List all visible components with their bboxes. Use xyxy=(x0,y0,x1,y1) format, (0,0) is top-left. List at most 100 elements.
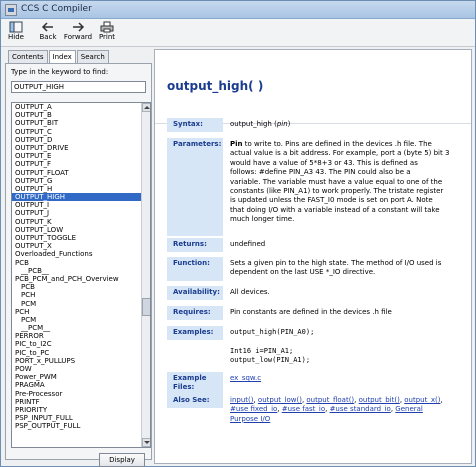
keyword-list-scrollbar[interactable] xyxy=(141,103,150,447)
also-see-link[interactable]: #use standard_io xyxy=(330,405,391,413)
keyword-item[interactable]: PIC_to_I2C xyxy=(12,340,142,348)
keyword-item[interactable]: PIC_to_PC xyxy=(12,349,142,357)
syntax-row: Syntax: output_high (pin) xyxy=(167,118,466,132)
back-label: Back xyxy=(39,33,57,41)
example-files-value: ex_sqw.c xyxy=(230,374,466,383)
also-see-row: Also See: input(), output_low(), output_… xyxy=(167,394,466,426)
also-see-link[interactable]: output_low() xyxy=(258,396,302,404)
keyword-item[interactable]: OUTPUT_C xyxy=(12,128,142,136)
keyword-item[interactable]: OUTPUT_G xyxy=(12,177,142,185)
keyword-item[interactable]: PCH xyxy=(12,291,142,299)
example-file-link[interactable]: ex_sqw.c xyxy=(230,374,261,382)
parameters-text: to write to. Pins are defined in the dev… xyxy=(242,140,432,148)
keyword-item[interactable]: OUTPUT_J xyxy=(12,209,142,217)
arrow-left-icon xyxy=(41,22,53,32)
also-see-link[interactable]: output_float() xyxy=(306,396,354,404)
keyword-item[interactable]: OUTPUT_K xyxy=(12,218,142,226)
toolbar: Hide Back Forward Print xyxy=(1,19,475,47)
example-files-label-line: Files: xyxy=(173,383,195,391)
hide-icon xyxy=(9,21,23,33)
keyword-item[interactable]: PCM xyxy=(12,316,142,324)
topic-title: output_high( ) xyxy=(167,79,264,93)
parameters-line: that doing I/O with a variable instead o… xyxy=(230,205,440,214)
keyword-item[interactable]: OUTPUT_H xyxy=(12,185,142,193)
tab-contents[interactable]: Contents xyxy=(8,50,48,63)
keyword-item-selected[interactable]: OUTPUT_HIGH xyxy=(12,193,142,202)
navigation-pane: Contents Index Search Type in the keywor… xyxy=(5,50,152,467)
parameters-line: actual value is a bit address. For examp… xyxy=(230,149,450,158)
examples-value: output_high(PIN_A0); Int16 i=PIN_A1; out… xyxy=(230,328,466,366)
syntax-label: Syntax: xyxy=(167,118,223,132)
also-see-line: input(), output_low(), output_float(), o… xyxy=(230,396,443,404)
keyword-item[interactable]: OUTPUT_FLOAT xyxy=(12,169,142,177)
keyword-list[interactable]: OUTPUT_A OUTPUT_B OUTPUT_BIT OUTPUT_C OUTPUT… xyxy=(11,102,151,448)
keyword-item[interactable]: OUTPUT_BIT xyxy=(12,119,142,127)
keyword-item[interactable]: Pre-Processor xyxy=(12,390,142,398)
print-button[interactable]: Print xyxy=(97,21,117,45)
also-see-link[interactable]: #use fixed_io xyxy=(230,405,277,413)
availability-row: Availability: All devices. xyxy=(167,286,466,300)
parameters-row: Parameters: Pin to write to. Pins are de… xyxy=(167,138,466,236)
keyword-item[interactable]: PORT_x_PULLUPS xyxy=(12,357,142,365)
keyword-item[interactable]: OUTPUT_B xyxy=(12,111,142,119)
forward-button[interactable]: Forward xyxy=(64,21,92,45)
keyword-item[interactable]: POW xyxy=(12,365,142,373)
keyword-item[interactable]: OUTPUT_A xyxy=(12,103,142,111)
example-files-row: Example Files: ex_sqw.c xyxy=(167,372,466,394)
keyword-item[interactable]: __PCB__ xyxy=(12,267,142,275)
requires-label: Requires: xyxy=(167,306,223,320)
keyword-item[interactable]: Overloaded_Functions xyxy=(12,250,142,258)
arrow-right-icon xyxy=(73,22,85,32)
requires-value: Pin constants are defined in the devices… xyxy=(230,308,392,316)
keyword-item[interactable]: PSP_INPUT_FULL xyxy=(12,414,142,422)
keyword-item[interactable]: __PCM__ xyxy=(12,324,142,332)
also-see-link[interactable]: Purpose I/O xyxy=(230,415,270,423)
also-see-value: input(), output_low(), output_float(), o… xyxy=(230,396,466,424)
keyword-item[interactable]: OUTPUT_D xyxy=(12,136,142,144)
keyword-input[interactable]: OUTPUT_HIGH xyxy=(11,81,146,93)
printer-icon xyxy=(100,21,114,33)
parameters-line: is updated unless the FAST_I0 mode is se… xyxy=(230,196,433,205)
scroll-up-icon[interactable] xyxy=(142,103,150,112)
keyword-item[interactable]: PCB xyxy=(12,259,142,267)
also-see-link[interactable]: input() xyxy=(230,396,253,404)
keyword-item[interactable]: PRIORITY xyxy=(12,406,142,414)
also-see-link[interactable]: General xyxy=(395,405,423,413)
keyword-item[interactable]: OUTPUT_TOGGLE xyxy=(12,234,142,242)
requires-row: Requires: Pin constants are defined in t… xyxy=(167,306,466,320)
keyword-item[interactable]: OUTPUT_X xyxy=(12,242,142,250)
keyword-item[interactable]: PRINTF xyxy=(12,398,142,406)
keyword-item[interactable]: PRAGMA xyxy=(12,381,142,389)
hide-button[interactable]: Hide xyxy=(6,21,26,45)
tab-index[interactable]: Index xyxy=(48,50,76,64)
returns-value: undefined xyxy=(230,240,266,248)
keyword-item[interactable]: OUTPUT_DRIVE xyxy=(12,144,142,152)
display-button[interactable]: Display xyxy=(99,453,145,467)
keyword-item[interactable]: PCH xyxy=(12,308,142,316)
keyword-item[interactable]: PCB xyxy=(12,283,142,291)
examples-row: Examples: output_high(PIN_A0); Int16 i=P… xyxy=(167,326,466,366)
also-see-line: #use fixed_io, #use fast_io, #use standa… xyxy=(230,405,423,414)
parameters-line: follows: #define PIN_A3 43. The PIN coul… xyxy=(230,168,411,177)
scroll-down-icon[interactable] xyxy=(142,438,150,447)
tab-search[interactable]: Search xyxy=(76,50,109,63)
scroll-thumb[interactable] xyxy=(142,298,150,316)
back-button[interactable]: Back xyxy=(37,21,59,45)
also-see-link[interactable]: #use fast_io xyxy=(282,405,325,413)
keyword-item[interactable]: PCM xyxy=(12,300,142,308)
keyword-item[interactable]: Power_PWM xyxy=(12,373,142,381)
parameters-line: much longer time. xyxy=(230,215,295,224)
keyword-item[interactable]: PCB_PCM_and_PCH_Overview xyxy=(12,275,142,283)
keyword-item[interactable]: OUTPUT_E xyxy=(12,152,142,160)
keyword-item[interactable]: OUTPUT_LOW xyxy=(12,226,142,234)
keyword-item[interactable]: PERROR xyxy=(12,332,142,340)
function-line: dependent on the last USE *_IO directive… xyxy=(230,268,376,277)
window-title: CCS C Compiler xyxy=(21,4,92,14)
keyword-item[interactable]: PSP_OUTPUT_FULL xyxy=(12,422,142,430)
example-files-label-line: Example xyxy=(173,374,207,382)
keyword-item[interactable]: OUTPUT_F xyxy=(12,160,142,168)
also-see-link[interactable]: output_bit() xyxy=(359,396,400,404)
also-see-link[interactable]: output_x() xyxy=(404,396,440,404)
keyword-item[interactable]: OUTPUT_I xyxy=(12,201,142,209)
example-files-label: Example Files: xyxy=(167,372,223,394)
